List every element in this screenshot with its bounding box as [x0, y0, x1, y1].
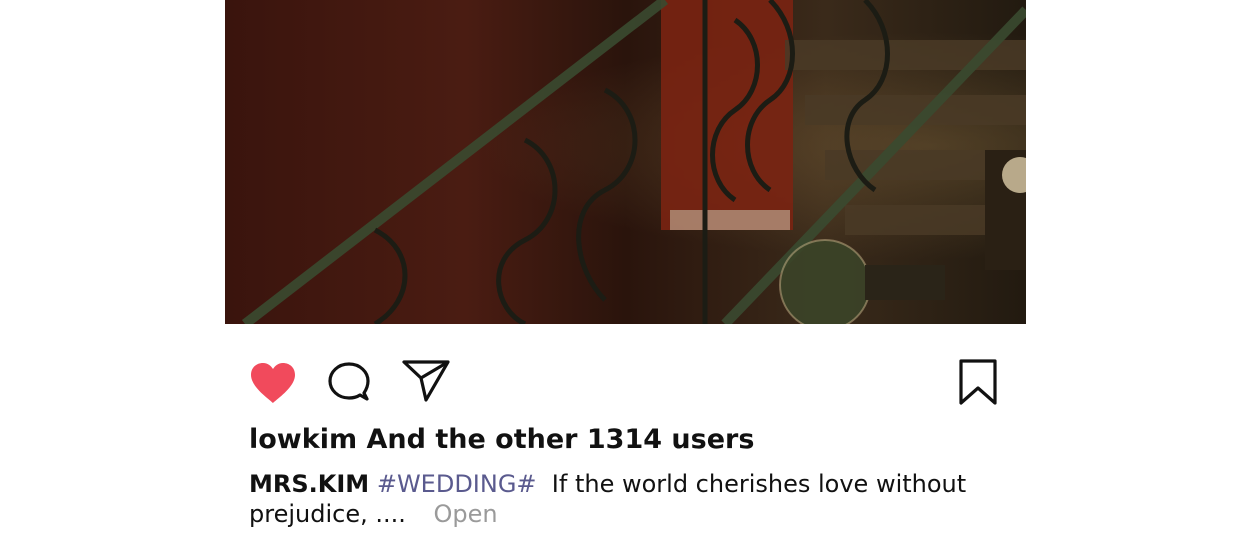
post-photo[interactable] [225, 0, 1026, 324]
comment-bubble-icon [328, 362, 370, 401]
caption-hashtag[interactable]: #WEDDING# [377, 470, 537, 498]
open-caption-link[interactable]: Open [434, 500, 498, 528]
save-button[interactable] [958, 358, 1000, 410]
comment-button[interactable] [327, 361, 373, 409]
staircase-photo-art [241, 0, 1026, 324]
paper-plane-icon [402, 360, 450, 402]
heart-icon [251, 363, 295, 403]
like-button[interactable] [249, 361, 297, 409]
share-button[interactable] [401, 359, 451, 409]
caption-author[interactable]: MRS.KIM [249, 470, 369, 498]
bookmark-icon [959, 359, 997, 405]
post-caption: MRS.KIM #WEDDING# If the world cherishes… [249, 469, 969, 529]
likes-summary[interactable]: lowkim And the other 1314 users [249, 424, 754, 455]
